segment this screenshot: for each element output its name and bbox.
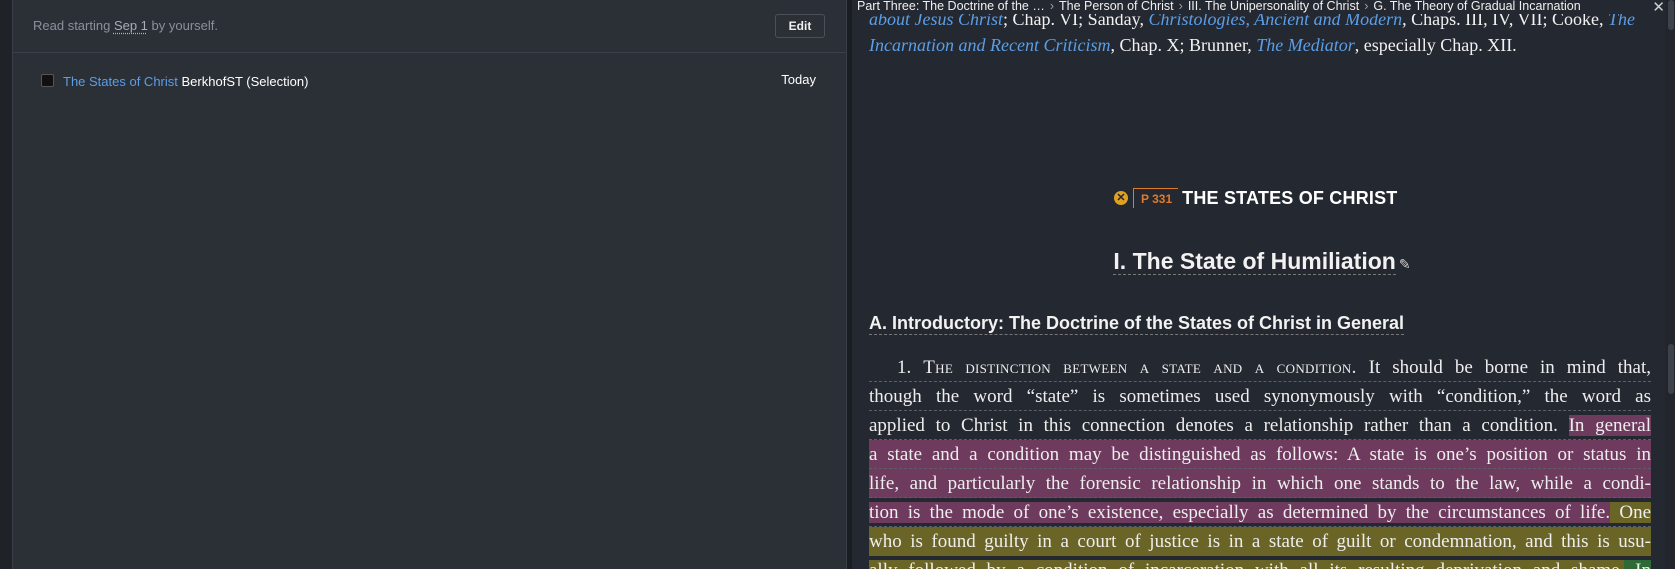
text-line: applied to Christ in this connection den…: [869, 411, 1651, 440]
breadcrumb: Part Three: The Doctrine of the … › The Pe…: [857, 0, 1637, 14]
highlight-olive[interactable]: One: [1610, 502, 1651, 523]
close-icon[interactable]: ✕: [1652, 0, 1665, 16]
highlight-pink[interactable]: tion is the mode of one’s existence, esp…: [869, 502, 1611, 523]
breadcrumb-item[interactable]: III. The Unipersonality of Christ: [1188, 0, 1359, 13]
remove-marker-icon[interactable]: ✕: [1114, 191, 1128, 205]
heading-container: I. The State of Humiliation ✎: [1102, 248, 1422, 275]
text-line: though the word “state” is sometimes use…: [869, 382, 1651, 411]
left-edge-bar: [0, 0, 13, 569]
reading-plan-pane: Read starting Sep 1 by yourself. Edit Th…: [0, 0, 846, 569]
breadcrumb-item[interactable]: G. The Theory of Gradual Incarnation: [1373, 0, 1580, 13]
subsection-heading: A. Introductory: The Doctrine of the Sta…: [869, 313, 1405, 335]
highlight-pink[interactable]: life, and particularly the forensic rela…: [869, 469, 1651, 498]
plan-description: Read starting Sep 1 by yourself.: [33, 18, 218, 33]
paragraph: 1. The distinction between a state and a…: [869, 353, 1651, 569]
breadcrumb-separator-icon: ›: [1178, 0, 1183, 13]
text-line: tion is the mode of one’s existence, esp…: [869, 498, 1651, 527]
breadcrumb-separator-icon: ›: [1364, 0, 1369, 13]
pencil-icon[interactable]: ✎: [1399, 256, 1411, 273]
paragraph-lead: The distinction between a state and a co…: [923, 357, 1357, 378]
scrollbar-thumb[interactable]: [1668, 344, 1674, 394]
list-item[interactable]: The States of Christ BerkhofST (Selectio…: [13, 64, 846, 98]
page-marker[interactable]: P 331: [1133, 188, 1179, 208]
plan-start-date[interactable]: Sep 1: [114, 18, 148, 33]
document-pane: Part Three: The Doctrine of the … › The Pe…: [852, 0, 1675, 569]
plan-header: Read starting Sep 1 by yourself. Edit: [13, 0, 846, 53]
bib-text: , Chap. X; Brunner,: [1110, 35, 1257, 55]
breadcrumb-separator-icon: ›: [1049, 0, 1054, 13]
part-title: I. The State of Humiliation: [1113, 248, 1396, 275]
text-line: 1. The distinction between a state and a…: [869, 353, 1651, 382]
bibliography-line-2: Incarnation and Recent Criticism, Chap. …: [869, 32, 1659, 58]
chapter-title: THE STATES OF CHRIST: [1182, 187, 1398, 208]
plan-desc-prefix: Read starting: [33, 18, 114, 33]
highlight-pink[interactable]: a state and a condition may be distingui…: [869, 440, 1651, 469]
completion-checkbox[interactable]: [41, 74, 54, 87]
edit-button[interactable]: Edit: [775, 14, 825, 38]
reading-title: The States of Christ BerkhofST (Selectio…: [63, 74, 308, 89]
reading-date: Today: [781, 72, 816, 87]
text-span: It should be borne in mind that,: [1356, 357, 1651, 378]
section-heading: ✕ P 331 THE STATES OF CHRIST: [1114, 185, 1398, 211]
scrollbar-thumb-top[interactable]: [1668, 0, 1674, 30]
highlight-green[interactable]: In: [1624, 560, 1651, 569]
paragraph-number: 1.: [897, 357, 924, 378]
bibliography-text: about Jesus Christ; Chap. VI; Sanday, Ch…: [869, 9, 1659, 58]
bib-link[interactable]: The Mediator: [1256, 35, 1355, 55]
highlight-pink[interactable]: In general: [1568, 415, 1651, 436]
bib-link[interactable]: Incarnation and Recent Criticism: [869, 35, 1110, 55]
breadcrumb-item[interactable]: Part Three: The Doctrine of the …: [857, 0, 1045, 13]
text-span: applied to Christ in this connection den…: [869, 415, 1569, 436]
reading-link[interactable]: The States of Christ: [63, 74, 178, 89]
plan-desc-suffix: by yourself.: [147, 18, 219, 33]
reading-source: BerkhofST (Selection): [181, 74, 309, 89]
breadcrumb-item[interactable]: The Person of Christ: [1059, 0, 1174, 13]
highlight-olive[interactable]: who is found guilty in a court of justic…: [869, 527, 1651, 556]
scrollbar[interactable]: [1665, 0, 1675, 569]
highlight-olive[interactable]: ally followed by a condition of incarcer…: [869, 560, 1625, 569]
text-line: ally followed by a condition of incarcer…: [869, 556, 1651, 569]
bib-text: , especially Chap. XII.: [1354, 35, 1517, 55]
